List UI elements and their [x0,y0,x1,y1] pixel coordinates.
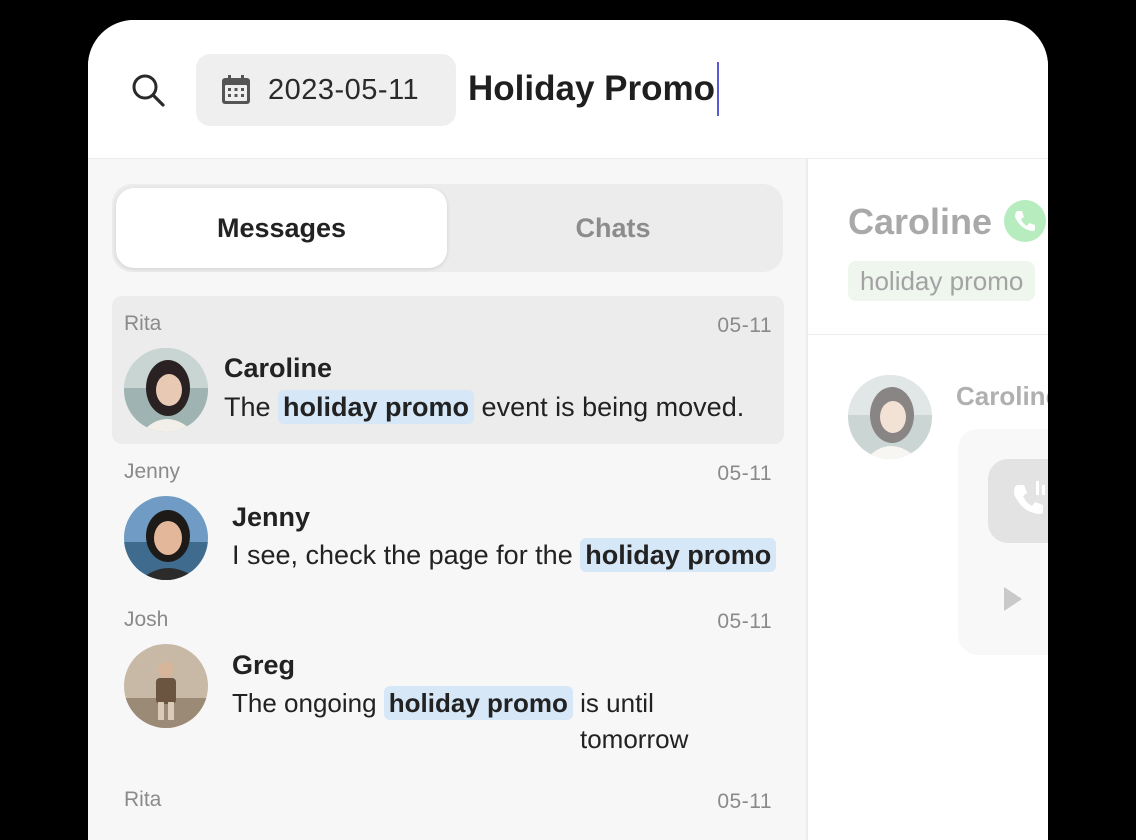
tab-chats[interactable]: Chats [447,188,779,268]
result-owner: Josh [124,608,169,631]
chat-title: Caroline [848,201,993,242]
tab-bar: Messages Chats [112,184,783,272]
result-sender: Greg [232,650,296,680]
calendar-icon [222,75,250,104]
result-sender: Jenny [232,502,311,532]
play-icon[interactable] [1004,587,1022,611]
message-text: I see, check the page for the [232,540,581,570]
result-item[interactable]: Rita 05-11 [112,780,784,840]
avatar [124,348,208,432]
search-query-text: Holiday Promo [468,69,715,108]
result-item[interactable]: Rita 05-11 Caroline The holiday promo ev… [112,296,784,444]
result-owner: Rita [124,312,162,335]
result-owner: Rita [124,788,162,811]
message-text: The ongoing [232,688,384,718]
result-sender: Caroline [224,353,333,383]
search-highlight: holiday promo [383,686,573,720]
search-header: 2023-05-11 Holiday Promo [88,20,1048,159]
avatar [124,644,208,728]
result-message: The holiday promo event is being moved. [224,390,745,424]
search-highlight: holiday promo [580,538,777,572]
result-date: 05-11 [717,462,772,485]
voice-call-icon [988,459,1048,543]
search-panel: 2023-05-11 Holiday Promo Messages Chats … [88,20,1048,840]
result-item[interactable]: Josh 05-11 Greg The ongoing holiday prom… [112,592,784,780]
chat-detail-pane: Caroline holiday promo Caroline [808,159,1048,840]
message-text: is until [572,688,654,718]
message-text: The [224,392,279,422]
text-caret [716,62,719,116]
result-date: 05-11 [717,314,772,337]
search-highlight: holiday promo [278,390,475,424]
result-owner: Jenny [124,460,181,483]
divider [808,334,1048,335]
search-icon[interactable] [130,72,166,108]
message-text-continued: tomorrow [580,724,689,754]
chat-tag: holiday promo [848,261,1036,301]
avatar [848,375,932,459]
tab-messages[interactable]: Messages [116,188,447,268]
result-message: I see, check the page for the holiday pr… [232,538,777,572]
message-text: event is being moved. [474,392,745,422]
result-date: 05-11 [717,610,772,633]
message-sender-name: Caroline [956,381,1048,411]
date-filter-value: 2023-05-11 [268,73,420,106]
phone-icon [1004,200,1046,242]
result-date: 05-11 [717,790,772,813]
result-item[interactable]: Jenny 05-11 Jenny I see, check the page … [112,444,784,592]
result-message: The ongoing holiday promo is until [232,686,654,720]
date-filter-chip[interactable]: 2023-05-11 [196,54,456,126]
search-input[interactable]: Holiday Promo [468,62,719,116]
results-column: Messages Chats Rita 05-11 Caroline The h… [88,159,808,840]
avatar [124,496,208,580]
